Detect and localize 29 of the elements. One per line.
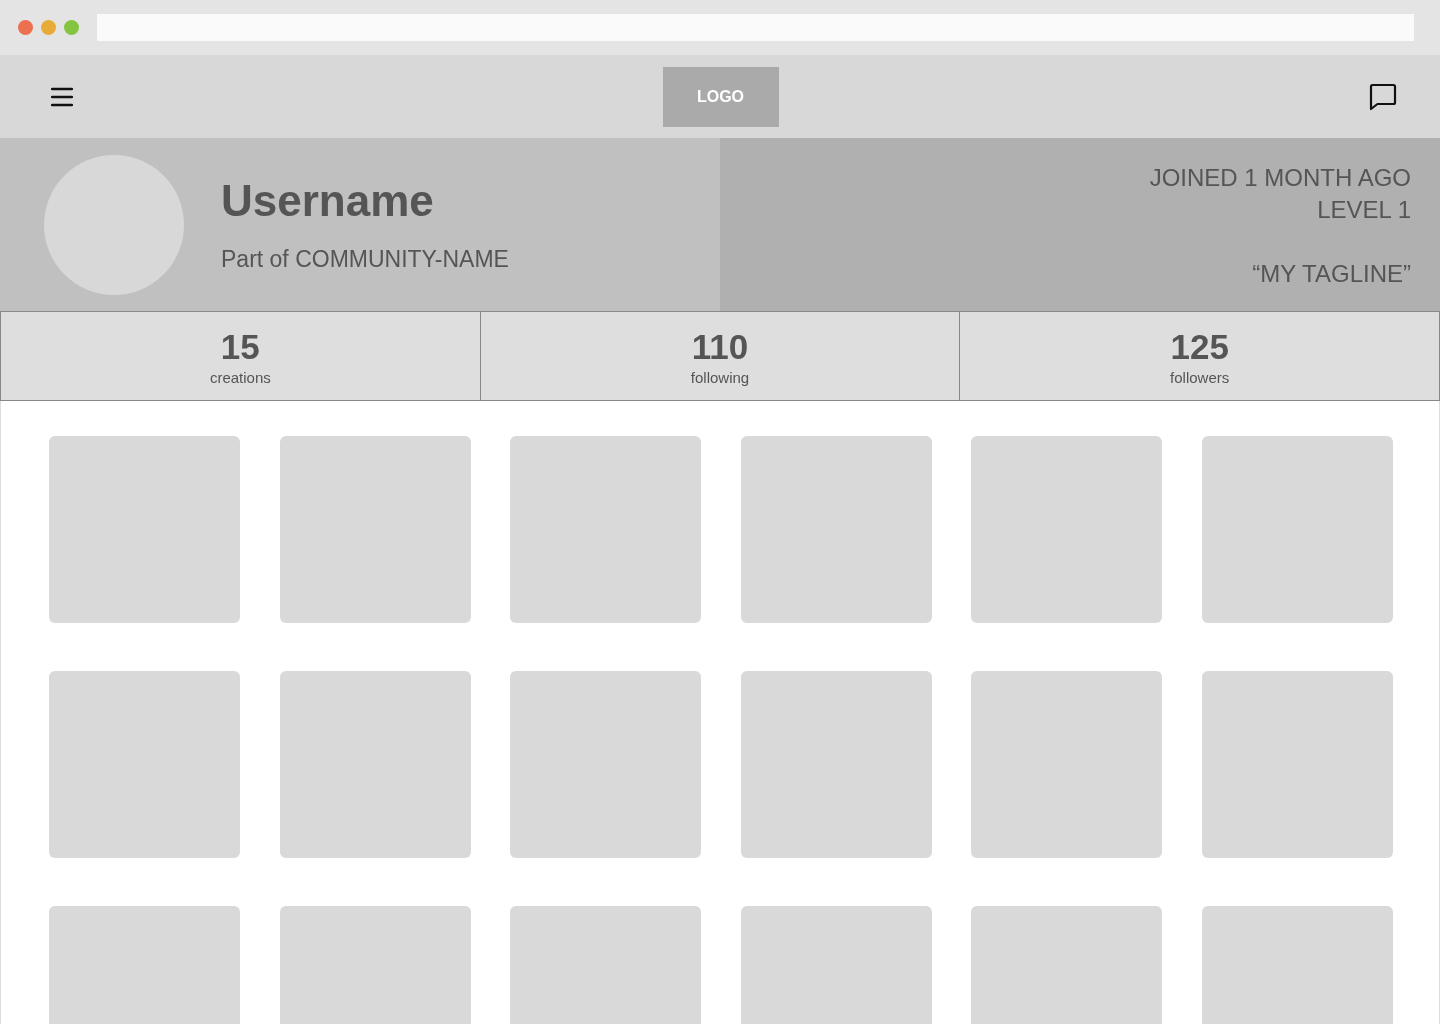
- stat-label: followers: [1170, 368, 1230, 386]
- user-level: LEVEL 1: [1317, 195, 1411, 225]
- stat-value: 110: [691, 326, 749, 367]
- logo[interactable]: LOGO: [662, 66, 779, 127]
- placeholder-tile[interactable]: [510, 671, 702, 858]
- stat-value: 125: [1170, 326, 1229, 367]
- joined-date: JOINED 1 MONTH AGO: [1149, 163, 1411, 193]
- placeholder-tile[interactable]: [971, 436, 1163, 623]
- stat-value: 15: [220, 326, 260, 367]
- placeholder-tile[interactable]: [1201, 671, 1393, 858]
- username: Username: [221, 176, 435, 226]
- window-control-dot[interactable]: [64, 20, 79, 35]
- placeholder-tile[interactable]: [740, 436, 932, 623]
- placeholder-tile[interactable]: [1201, 436, 1393, 623]
- placeholder-tile[interactable]: [740, 671, 932, 858]
- stat-label: creations: [209, 368, 271, 386]
- tagline: “MY TAGLINE”: [1252, 259, 1411, 289]
- menu-icon[interactable]: [51, 86, 73, 107]
- placeholder-tile[interactable]: [49, 436, 240, 623]
- placeholder-tile[interactable]: [510, 436, 702, 623]
- placeholder-tile[interactable]: [279, 671, 471, 858]
- placeholder-tile[interactable]: [971, 671, 1163, 858]
- placeholder-tile[interactable]: [49, 671, 240, 858]
- window-control-dot[interactable]: [18, 20, 33, 35]
- placeholder-tile[interactable]: [279, 436, 471, 623]
- speech-bubble-icon[interactable]: [1368, 81, 1398, 112]
- stat-label: following: [690, 368, 750, 386]
- window-control-dot[interactable]: [41, 20, 56, 35]
- community-name: Part of COMMUNITY-NAME: [221, 246, 509, 273]
